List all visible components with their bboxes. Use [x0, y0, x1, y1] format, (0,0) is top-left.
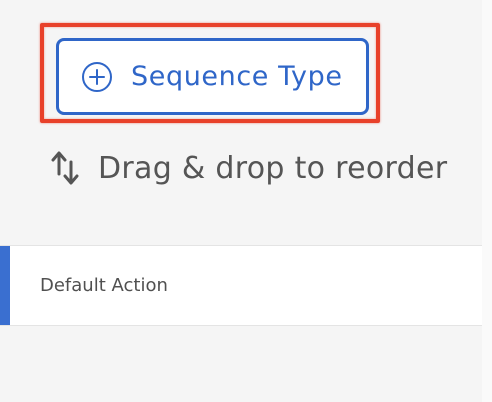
- reorder-hint: Drag & drop to reorder: [50, 148, 447, 188]
- selected-indicator: [0, 246, 10, 325]
- reorder-hint-text: Drag & drop to reorder: [98, 150, 448, 186]
- list-item-label: Default Action: [40, 275, 168, 296]
- sort-arrows-icon: [50, 148, 80, 188]
- sequence-panel: Sequence Type Drag & drop to reorder Def…: [0, 0, 492, 402]
- annotation-highlight: [40, 23, 380, 123]
- panel-edge: [482, 0, 492, 402]
- list-item-default-action[interactable]: Default Action: [0, 245, 482, 326]
